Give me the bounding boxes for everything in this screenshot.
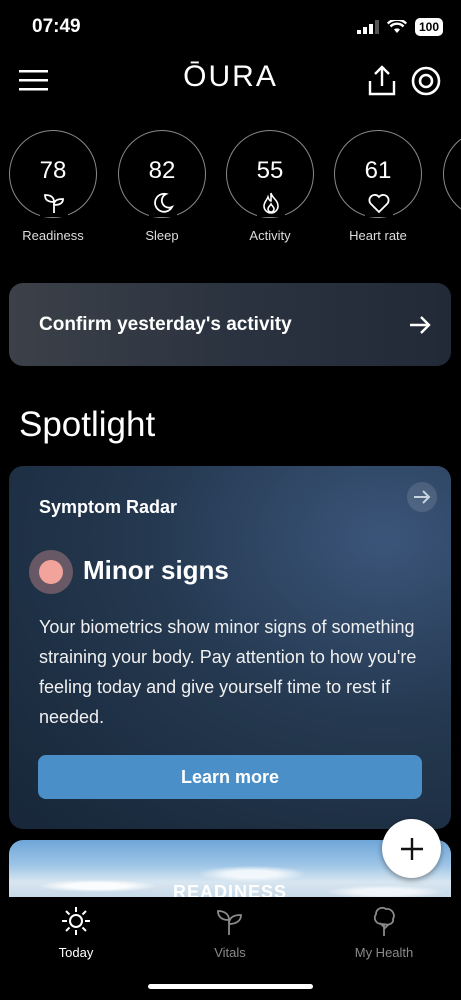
- home-indicator[interactable]: [148, 984, 313, 989]
- tab-label: My Health: [354, 945, 414, 960]
- score-heart-rate[interactable]: 61 Heart rate: [333, 130, 423, 243]
- confirm-activity-text: Confirm yesterday's activity: [39, 313, 292, 335]
- tab-vitals[interactable]: Vitals: [170, 905, 290, 960]
- tab-label: Today: [58, 945, 94, 960]
- flame-icon: [257, 189, 285, 217]
- card-body: Your biometrics show minor signs of some…: [39, 617, 417, 727]
- sun-icon: [62, 907, 90, 935]
- score-value: 55: [256, 157, 284, 184]
- score-ring: [443, 130, 461, 218]
- score-ring: 61: [334, 130, 422, 218]
- moon-icon: [149, 189, 177, 217]
- spotlight-arrow-button[interactable]: [407, 482, 437, 512]
- score-value: 82: [148, 157, 176, 184]
- sprout-icon: [40, 189, 68, 217]
- share-button[interactable]: [366, 64, 398, 98]
- add-button[interactable]: [382, 819, 441, 878]
- learn-more-button[interactable]: Learn more: [38, 755, 422, 799]
- score-label: Heart rate: [349, 228, 407, 243]
- sprout-icon: [217, 910, 242, 935]
- score-row: 78 Readiness 82 Sleep 55 Activity 61 Hea…: [0, 130, 461, 250]
- signal-icon: [356, 20, 379, 34]
- tab-label: Vitals: [214, 945, 246, 960]
- score-partial[interactable]: [442, 130, 461, 218]
- score-value: 61: [364, 157, 392, 184]
- status-time: 07:49: [32, 16, 81, 37]
- score-ring: 78: [9, 130, 97, 218]
- plus-icon: [400, 837, 423, 860]
- score-activity[interactable]: 55 Activity: [225, 130, 315, 243]
- score-readiness[interactable]: 78 Readiness: [8, 130, 98, 243]
- score-ring: 82: [118, 130, 206, 218]
- wifi-icon: [386, 20, 407, 33]
- card-title: Symptom Radar: [39, 497, 178, 517]
- confirm-activity-card[interactable]: Confirm yesterday's activity: [9, 283, 451, 366]
- score-label: Sleep: [145, 228, 179, 243]
- score-sleep[interactable]: 82 Sleep: [117, 130, 207, 243]
- score-label: Activity: [249, 228, 291, 243]
- tree-icon: [373, 906, 395, 936]
- card-heading: Minor signs: [83, 555, 229, 585]
- tab-today[interactable]: Today: [16, 905, 136, 960]
- ring-icon: [411, 66, 441, 96]
- status-icons: 100: [356, 18, 443, 36]
- heart-icon: [365, 189, 393, 217]
- battery-indicator: 100: [414, 18, 443, 36]
- arrow-right-icon: [414, 490, 431, 504]
- arrow-right-icon: [410, 315, 431, 334]
- tab-my-health[interactable]: My Health: [324, 905, 444, 960]
- ring-button[interactable]: [410, 65, 442, 97]
- share-icon: [368, 65, 396, 96]
- symptom-radar-card[interactable]: Symptom Radar Minor signs Your biometric…: [9, 466, 451, 829]
- score-ring: 55: [226, 130, 314, 218]
- section-title: Spotlight: [19, 405, 156, 444]
- signal-dot-icon: [29, 550, 73, 594]
- score-label: Readiness: [22, 228, 84, 243]
- score-value: 78: [39, 157, 67, 184]
